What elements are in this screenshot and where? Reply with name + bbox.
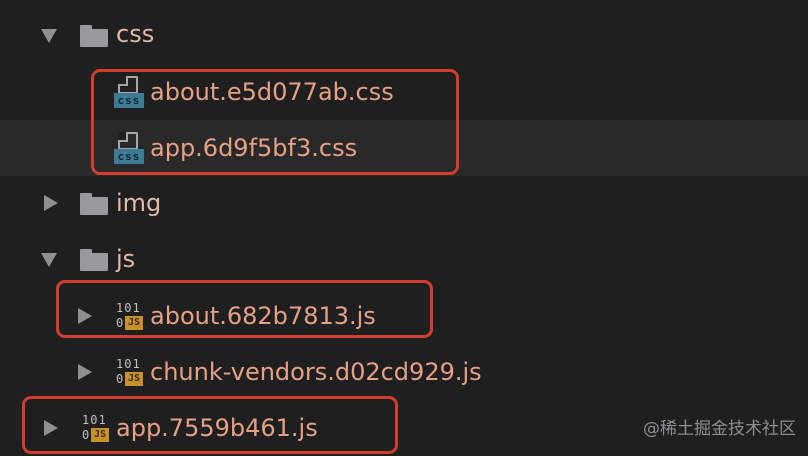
folder-label-css: css [116, 20, 155, 48]
file-label-app-js: app.7559b461.js [116, 414, 318, 442]
chevron-right-icon[interactable] [44, 420, 58, 436]
js-file-tag: JS [125, 316, 143, 330]
js-file-icon: 101 0 JS [114, 301, 144, 332]
tree-row-js-folder[interactable]: js [0, 232, 808, 288]
tree-row-img-folder[interactable]: img [0, 176, 808, 232]
css-file-icon: css [114, 76, 144, 108]
js-icon-bits-bottom: 0 [116, 316, 124, 330]
folder-icon [80, 25, 108, 47]
file-label-chunk-vendors-js: chunk-vendors.d02cd929.js [150, 358, 482, 386]
watermark-text: @稀土掘金技术社区 [643, 419, 796, 439]
chevron-down-icon[interactable] [41, 253, 57, 267]
css-file-tag: css [114, 93, 144, 108]
folder-icon [80, 193, 108, 215]
js-file-tag: JS [91, 428, 109, 442]
js-icon-bits-top: 101 [116, 301, 141, 315]
tree-row-about-js[interactable]: 101 0 JS about.682b7813.js [0, 288, 808, 344]
tree-row-css-folder[interactable]: css [0, 8, 808, 64]
chevron-right-icon[interactable] [44, 195, 58, 211]
tree-row-about-css[interactable]: css about.e5d077ab.css [0, 64, 808, 120]
js-icon-bits-top: 101 [82, 413, 107, 427]
css-file-icon: css [114, 132, 144, 164]
tree-row-chunk-vendors-js[interactable]: 101 0 JS chunk-vendors.d02cd929.js [0, 344, 808, 400]
file-label-app-css: app.6d9f5bf3.css [150, 134, 358, 162]
tree-row-app-css[interactable]: css app.6d9f5bf3.css [0, 120, 808, 176]
chevron-right-icon[interactable] [78, 308, 92, 324]
js-file-icon: 101 0 JS [80, 413, 110, 444]
chevron-down-icon[interactable] [41, 29, 57, 43]
js-file-icon: 101 0 JS [114, 357, 144, 388]
file-label-about-css: about.e5d077ab.css [150, 78, 394, 106]
file-tree: css css about.e5d077ab.css css app.6d9f5… [0, 0, 808, 456]
file-label-about-js: about.682b7813.js [150, 302, 376, 330]
js-icon-bits-top: 101 [116, 357, 141, 371]
folder-icon [80, 249, 108, 271]
folder-label-img: img [116, 189, 162, 217]
js-icon-bits-bottom: 0 [82, 428, 90, 442]
folder-label-js: js [116, 245, 136, 273]
js-file-tag: JS [125, 372, 143, 386]
css-file-tag: css [114, 149, 144, 164]
chevron-right-icon[interactable] [78, 364, 92, 380]
js-icon-bits-bottom: 0 [116, 372, 124, 386]
